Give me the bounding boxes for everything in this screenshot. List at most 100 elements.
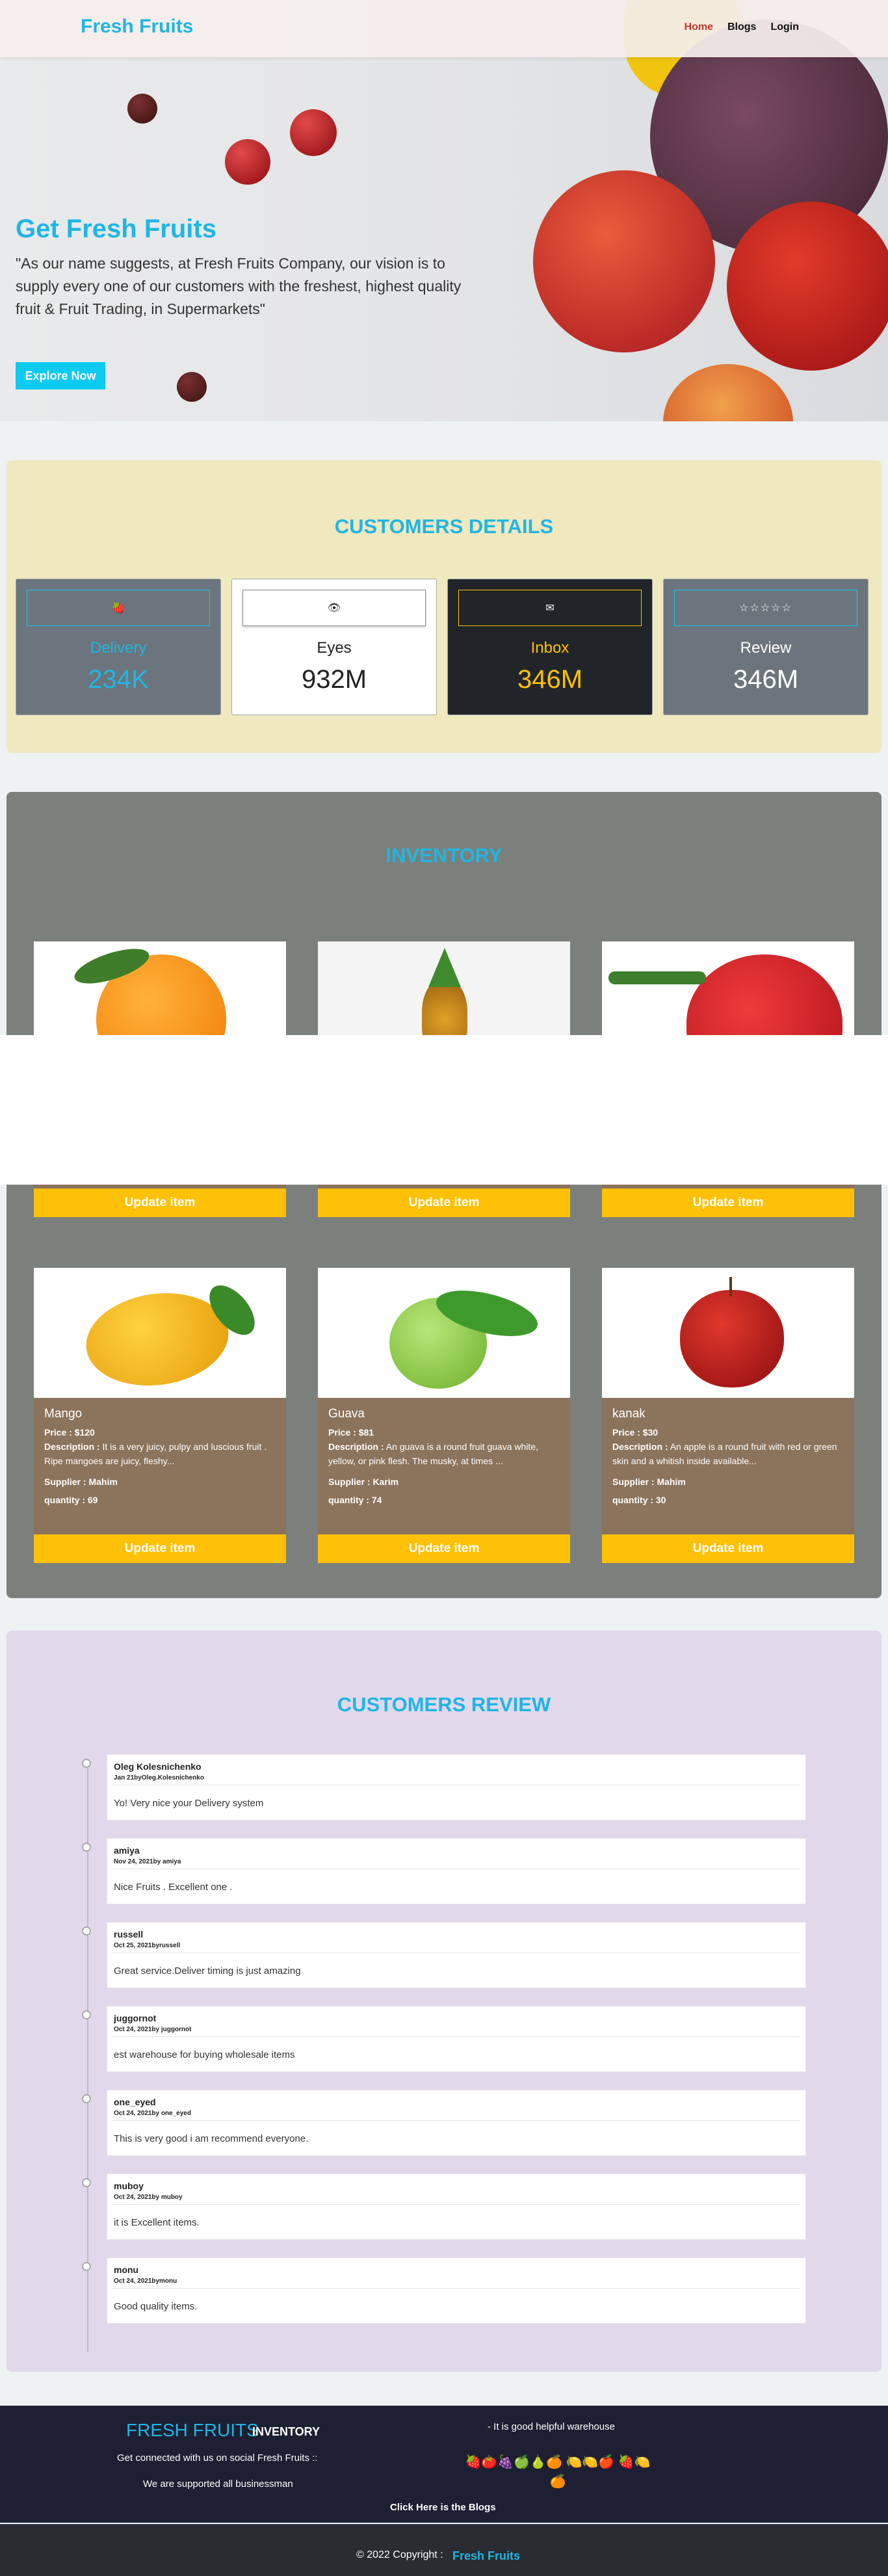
card-label: Inbox bbox=[530, 639, 569, 657]
mail-icon: ✉ bbox=[458, 590, 642, 626]
timeline-dot bbox=[82, 1759, 91, 1768]
product-card: Mango Price : $120 Description : It is a… bbox=[34, 1268, 286, 1563]
product-name: Mango bbox=[44, 1407, 83, 1421]
footer-helpful-text: - It is good helpful warehouse bbox=[488, 2421, 615, 2432]
copyright-bar: © 2022 Copyright : Fresh Fruits bbox=[0, 2524, 888, 2576]
review-author: amiya bbox=[114, 1845, 140, 1856]
review-text: This is very good i am recommend everyon… bbox=[114, 2133, 309, 2144]
update-item-button[interactable]: Update item bbox=[602, 1189, 854, 1217]
review-author: muboy bbox=[114, 2181, 144, 2191]
product-card: Guava Price : $81 Description : An guava… bbox=[318, 1268, 570, 1563]
update-item-button[interactable]: Update item bbox=[318, 1534, 570, 1563]
brand-logo[interactable]: Fresh Fruits bbox=[81, 16, 193, 38]
timeline-dot bbox=[82, 2094, 91, 2103]
card-value: 234K bbox=[88, 665, 149, 694]
cherry-image bbox=[225, 139, 270, 185]
hero-banner: Get Fresh Fruits "As our name suggests, … bbox=[0, 0, 888, 421]
timeline-dot bbox=[82, 1843, 91, 1852]
product-name: kanak bbox=[612, 1407, 646, 1421]
cherry-image bbox=[290, 109, 337, 156]
footer-support-text: We are supported all businessman bbox=[143, 2478, 293, 2490]
copyright-text: © 2022 Copyright : bbox=[356, 2549, 443, 2560]
review-text: Great service.Deliver timing is just ama… bbox=[114, 1965, 301, 1977]
product-details: kanak Price : $30 Description : An apple… bbox=[602, 1398, 854, 1547]
product-quantity: quantity : 30 bbox=[612, 1495, 666, 1505]
review-item: juggornot Oct 24, 2021by juggornot est war… bbox=[82, 2006, 806, 2072]
card-value: 346M bbox=[517, 665, 583, 694]
update-item-button[interactable]: Update item bbox=[602, 1534, 854, 1563]
review-text: est warehouse for buying wholesale items bbox=[114, 2049, 295, 2060]
timeline-dot bbox=[82, 2262, 91, 2271]
explore-now-button[interactable]: Explore Now bbox=[16, 362, 105, 389]
top-navbar: Fresh Fruits Home Blogs Login bbox=[0, 0, 888, 57]
nav-blogs-link[interactable]: Blogs bbox=[727, 21, 756, 33]
peach-image bbox=[663, 364, 793, 421]
mango-image bbox=[34, 1268, 286, 1398]
review-author: monu bbox=[114, 2265, 139, 2275]
cherry-image bbox=[127, 94, 157, 124]
inventory-section: INVENTORY quantity : 100 Update item qua… bbox=[7, 792, 881, 1598]
review-date: Oct 25, 2021byrussell bbox=[114, 1942, 181, 1949]
section-title: INVENTORY bbox=[385, 844, 503, 867]
footer-brand: FRESH FRUITS bbox=[126, 2420, 259, 2440]
blogs-link[interactable]: Click Here is the Blogs bbox=[390, 2502, 496, 2513]
review-item: one_eyed Oct 24, 2021by one_eyed This is v… bbox=[82, 2090, 806, 2156]
update-item-button[interactable]: Update item bbox=[34, 1189, 286, 1217]
star-rating-icon: ☆☆☆☆☆ bbox=[674, 590, 857, 626]
product-price: Price : $120 bbox=[44, 1427, 95, 1438]
section-title: CUSTOMERS REVIEW bbox=[337, 1693, 551, 1716]
update-item-button[interactable]: Update item bbox=[318, 1189, 570, 1217]
section-title: CUSTOMERS DETAILS bbox=[334, 515, 554, 538]
nav-login-link[interactable]: Login bbox=[770, 21, 799, 33]
apple-image bbox=[602, 1268, 854, 1398]
review-text: it is Excellent items. bbox=[114, 2217, 200, 2228]
review-item: amiya Nov 24, 2021by amiya Nice Fruits . E… bbox=[82, 1838, 806, 1904]
review-date: Oct 24, 2021by juggornot bbox=[114, 2026, 192, 2033]
review-text: Good quality items. bbox=[114, 2301, 198, 2312]
product-supplier: Supplier : Mahim bbox=[612, 1477, 686, 1487]
review-author: russell bbox=[114, 1929, 144, 1939]
copyright-brand[interactable]: Fresh Fruits bbox=[452, 2549, 520, 2563]
timeline-dot bbox=[82, 2178, 91, 2187]
apple-image bbox=[727, 202, 888, 371]
review-date: Oct 24, 2021by one_eyed bbox=[114, 2110, 191, 2117]
footer-inventory-label: INVENTORY bbox=[252, 2425, 320, 2438]
inbox-card: ✉ Inbox 346M bbox=[447, 579, 653, 715]
product-name: Guava bbox=[328, 1407, 365, 1421]
review-item: muboy Oct 24, 2021by muboy it is Excellent… bbox=[82, 2174, 806, 2240]
product-quantity: quantity : 69 bbox=[44, 1495, 98, 1505]
review-date: Oct 24, 2021bymonu bbox=[114, 2278, 177, 2285]
footer: FRESH FRUITS INVENTORY Get connected wit… bbox=[0, 2406, 888, 2523]
strawberry-icon: 🍓 bbox=[27, 590, 210, 626]
customers-details-section: CUSTOMERS DETAILS 🍓 Delivery 234K 👁 Eyes… bbox=[7, 460, 881, 753]
product-price: Price : $30 bbox=[612, 1427, 659, 1438]
product-details: Mango Price : $120 Description : It is a… bbox=[34, 1398, 286, 1547]
product-description: Description : An apple is a round fruit … bbox=[612, 1441, 837, 1466]
review-item: monu Oct 24, 2021bymonu Good quality items… bbox=[82, 2257, 806, 2324]
card-value: 932M bbox=[301, 665, 367, 694]
review-date: Jan 21byOleg.Kolesnichenko bbox=[114, 1774, 204, 1781]
eyes-card: 👁 Eyes 932M bbox=[231, 579, 437, 715]
product-card: kanak Price : $30 Description : An apple… bbox=[602, 1268, 854, 1563]
review-text: Yo! Very nice your Delivery system bbox=[114, 1798, 264, 1809]
review-item: Oleg Kolesnichenko Jan 21byOleg.Kolesnich… bbox=[82, 1754, 806, 1820]
review-date: Nov 24, 2021by amiya bbox=[114, 1858, 181, 1865]
review-author: juggornot bbox=[114, 2013, 157, 2023]
customers-review-section: CUSTOMERS REVIEW Oleg Kolesnichenko Jan 2… bbox=[7, 1631, 881, 2372]
timeline-dot bbox=[82, 2010, 91, 2019]
nav-links: Home Blogs Login bbox=[685, 21, 799, 33]
cherry-image bbox=[177, 372, 207, 402]
review-date: Oct 24, 2021by muboy bbox=[114, 2194, 183, 2201]
card-label: Eyes bbox=[317, 639, 352, 657]
review-author: one_eyed bbox=[114, 2097, 156, 2107]
card-label: Review bbox=[740, 639, 792, 657]
footer-social-text: Get connected with us on social Fresh Fr… bbox=[117, 2452, 318, 2464]
product-quantity: quantity : 74 bbox=[328, 1495, 382, 1505]
review-card: ☆☆☆☆☆ Review 346M bbox=[663, 579, 868, 715]
review-text: Nice Fruits . Excellent one . bbox=[114, 1882, 233, 1893]
blank-overlay bbox=[0, 1035, 888, 1185]
product-supplier: Supplier : Karim bbox=[328, 1477, 399, 1487]
update-item-button[interactable]: Update item bbox=[34, 1534, 286, 1563]
nav-home-link[interactable]: Home bbox=[685, 21, 713, 33]
timeline-dot bbox=[82, 1926, 91, 1936]
